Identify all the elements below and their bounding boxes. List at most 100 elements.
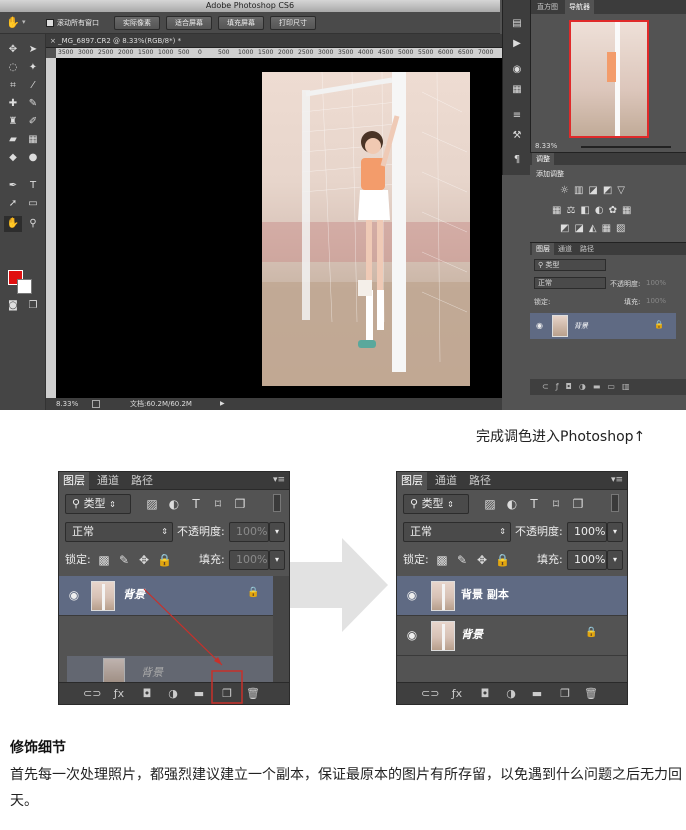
lock-paint-icon[interactable]: ✎ — [117, 552, 131, 568]
tab-paths[interactable]: 路径 — [127, 472, 157, 490]
clone-stamp-icon[interactable]: ♜ — [4, 114, 22, 130]
eye-icon[interactable]: ◉ — [536, 321, 543, 330]
shape-filter-icon[interactable]: ⌑ — [211, 496, 225, 512]
tab-layers[interactable]: 图层 — [59, 472, 89, 490]
fill-field[interactable]: 100% — [229, 550, 269, 570]
filter-kind-select[interactable]: ⚲ 类型 ⇕ — [65, 494, 131, 514]
blend-mode-select[interactable]: 正常 — [534, 277, 606, 289]
eye-icon[interactable]: ◉ — [405, 628, 419, 642]
trash-icon[interactable]: 🗑 — [583, 686, 599, 702]
filter-kind-select[interactable]: ⚲ 类型 — [534, 259, 606, 271]
pen-tool-icon[interactable]: ✒ — [4, 178, 22, 194]
print-size-button[interactable]: 打印尺寸 — [270, 16, 316, 30]
opacity-dropdown-icon[interactable]: ▾ — [607, 522, 623, 542]
fill-value[interactable]: 100% — [646, 297, 666, 305]
fit-screen-button[interactable]: 适合屏幕 — [166, 16, 212, 30]
fill-dropdown-icon[interactable]: ▾ — [607, 550, 623, 570]
lock-transparent-icon[interactable]: ▩ — [97, 552, 111, 568]
layer-name[interactable]: 背景 — [574, 321, 588, 331]
layer-row-background[interactable]: ◉ 背景 🔒 — [530, 313, 676, 339]
tab-paths[interactable]: 路径 — [576, 243, 598, 255]
blend-mode-select[interactable]: 正常 ⇕ — [65, 522, 173, 542]
status-zoom[interactable]: 8.33% — [56, 398, 78, 410]
info-icon[interactable]: ▦ — [509, 82, 525, 98]
tool-presets-icon[interactable]: ⚒ — [509, 128, 525, 144]
arrow-icon[interactable]: ➤ — [24, 42, 42, 58]
tab-histogram[interactable]: 直方图 — [533, 0, 562, 14]
layer-row-background-copy[interactable]: ◉ 背景 副本 — [397, 576, 627, 616]
layer-name[interactable]: 背景 — [461, 628, 483, 642]
opacity-value[interactable]: 100% — [646, 279, 666, 287]
pixel-filter-icon[interactable]: ▨ — [145, 496, 159, 512]
scrollbar[interactable] — [273, 576, 289, 682]
filter-toggle[interactable] — [273, 494, 281, 512]
tab-layers[interactable]: 图层 — [397, 472, 427, 490]
adjustment-filter-icon[interactable]: ◐ — [505, 496, 519, 512]
fill-dropdown-icon[interactable]: ▾ — [269, 550, 285, 570]
tab-channels[interactable]: 通道 — [431, 472, 461, 490]
brush-tool-icon[interactable]: ✎ — [24, 96, 42, 112]
play-icon[interactable]: ▶ — [509, 36, 525, 52]
quick-mask-icon[interactable]: ◙ — [4, 298, 22, 314]
scroll-all-windows-checkbox[interactable] — [46, 19, 54, 27]
mask-icon[interactable]: ◘ — [477, 686, 493, 702]
filter-kind-select[interactable]: ⚲ 类型 ⇕ — [403, 494, 469, 514]
lock-all-icon[interactable]: 🔒 — [495, 552, 510, 568]
move-tool-icon[interactable]: ✥ — [4, 42, 22, 58]
lock-position-icon[interactable]: ✥ — [475, 552, 489, 568]
blend-mode-select[interactable]: 正常 ⇕ — [403, 522, 511, 542]
navigator-preview[interactable] — [569, 20, 649, 138]
type-filter-icon[interactable]: T — [189, 496, 203, 512]
opacity-field[interactable]: 100% — [567, 522, 607, 542]
lock-all-icon[interactable]: 🔒 — [157, 552, 172, 568]
navigator-zoom[interactable]: 8.33% — [535, 142, 557, 150]
actual-pixels-button[interactable]: 实际像素 — [114, 16, 160, 30]
panel-menu-icon[interactable]: ▾≡ — [273, 475, 285, 485]
new-layer-icon[interactable]: ❐ — [557, 686, 573, 702]
opacity-dropdown-icon[interactable]: ▾ — [269, 522, 285, 542]
smart-object-filter-icon[interactable]: ❐ — [571, 496, 585, 512]
smart-object-filter-icon[interactable]: ❐ — [233, 496, 247, 512]
shape-tool-icon[interactable]: ▭ — [24, 196, 42, 212]
history-brush-icon[interactable]: ✐ — [24, 114, 42, 130]
type-tool-icon[interactable]: T — [24, 178, 42, 194]
filter-toggle[interactable] — [611, 494, 619, 512]
histogram-icon[interactable]: ▤ — [509, 16, 525, 32]
background-color-swatch[interactable] — [17, 279, 32, 294]
layer-comps-icon[interactable]: ◉ — [509, 62, 525, 78]
healing-brush-icon[interactable]: ✚ — [4, 96, 22, 112]
lock-position-icon[interactable]: ✥ — [137, 552, 151, 568]
status-menu-icon[interactable]: ▶ — [220, 398, 225, 410]
shape-filter-icon[interactable]: ⌑ — [549, 496, 563, 512]
zoom-tool-icon[interactable]: ⚲ — [24, 216, 42, 232]
group-folder-icon[interactable]: ▬ — [529, 686, 545, 702]
eye-icon[interactable]: ◉ — [67, 588, 81, 602]
link-icon[interactable]: ⊂⊃ — [421, 686, 439, 702]
eraser-icon[interactable]: ▰ — [4, 132, 22, 148]
fill-screen-button[interactable]: 填充屏幕 — [218, 16, 264, 30]
tab-navigator[interactable]: 导航器 — [565, 0, 594, 14]
adjustment-layer-icon[interactable]: ◑ — [503, 686, 519, 702]
adjustment-icons-row-3[interactable]: ◩◪◭▦▨ — [560, 223, 630, 234]
brush-presets-icon[interactable]: ≡ — [509, 108, 525, 124]
pixel-filter-icon[interactable]: ▨ — [483, 496, 497, 512]
dropdown-icon[interactable]: ▾ — [22, 18, 26, 26]
blur-tool-icon[interactable]: ◆ — [4, 150, 22, 166]
crop-tool-icon[interactable]: ⌗ — [4, 78, 22, 94]
document-tab[interactable]: × _MG_6897.CR2 @ 8.33%(RGB/8*) * — [46, 34, 502, 48]
screen-mode-icon[interactable]: ❐ — [24, 298, 42, 314]
adjustment-filter-icon[interactable]: ◐ — [167, 496, 181, 512]
marquee-tool-icon[interactable]: ◌ — [4, 60, 22, 76]
hand-tool-active-icon[interactable]: ✋ — [4, 216, 22, 232]
eyedropper-icon[interactable]: ⁄ — [24, 78, 42, 94]
status-share-icon[interactable] — [92, 400, 100, 408]
type-filter-icon[interactable]: T — [527, 496, 541, 512]
tab-adjustments[interactable]: 调整 — [532, 153, 554, 165]
layer-row-background[interactable]: ◉ 背景 🔒 — [397, 616, 627, 656]
lock-transparent-icon[interactable]: ▩ — [435, 552, 449, 568]
tab-channels[interactable]: 通道 — [554, 243, 576, 255]
fx-icon[interactable]: ƒx — [111, 686, 127, 702]
magic-wand-icon[interactable]: ✦ — [24, 60, 42, 76]
close-icon[interactable]: × — [50, 37, 58, 45]
fx-icon[interactable]: ƒx — [449, 686, 465, 702]
